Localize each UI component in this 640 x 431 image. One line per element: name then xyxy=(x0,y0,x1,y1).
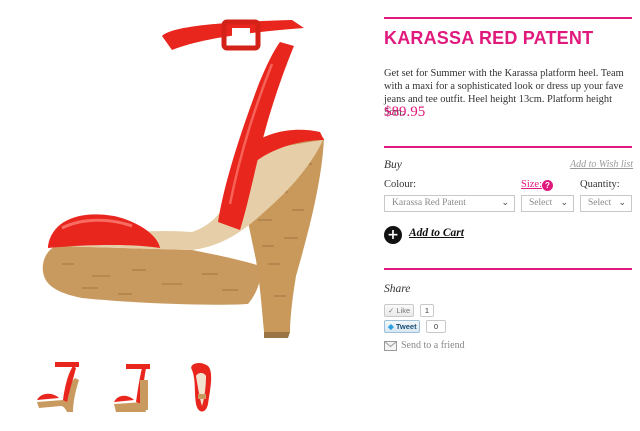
thumbnail-2[interactable] xyxy=(106,360,156,416)
thumbnail-1[interactable] xyxy=(33,360,83,416)
quantity-select-value: Select xyxy=(588,198,612,208)
colour-select-value: Karassa Red Patent xyxy=(392,198,466,208)
mail-icon xyxy=(384,341,397,351)
plus-circle-icon: + xyxy=(384,226,402,244)
divider-share xyxy=(384,268,632,270)
buy-heading: Buy xyxy=(384,159,402,171)
product-price: $89.95 xyxy=(384,104,426,120)
product-main-image xyxy=(22,14,362,344)
chevron-down-icon: ⌄ xyxy=(618,198,626,208)
tweet-label: Tweet xyxy=(395,322,417,331)
divider-top xyxy=(384,17,632,19)
tweet-button[interactable]: ◆ Tweet xyxy=(384,320,420,333)
tweet-count: 0 xyxy=(426,320,446,333)
facebook-like-button[interactable]: ✓ Like xyxy=(384,304,414,317)
chevron-down-icon: ⌄ xyxy=(560,198,568,208)
size-help-icon[interactable]: ? xyxy=(542,180,553,191)
like-label: Like xyxy=(396,306,411,315)
quantity-label: Quantity: xyxy=(580,179,620,190)
colour-label: Colour: xyxy=(384,179,417,190)
add-to-wishlist-link[interactable]: Add to Wish list xyxy=(570,159,633,170)
chevron-down-icon: ⌄ xyxy=(501,198,509,208)
thumbnail-3[interactable] xyxy=(178,360,228,416)
send-to-friend-label: Send to a friend xyxy=(401,340,465,351)
colour-select[interactable]: Karassa Red Patent ⌄ xyxy=(384,195,515,212)
divider-buy xyxy=(384,146,632,148)
like-count: 1 xyxy=(420,304,434,317)
size-guide-link[interactable]: Size: xyxy=(521,179,542,190)
size-select[interactable]: Select ⌄ xyxy=(521,195,574,212)
product-title: KARASSA RED PATENT xyxy=(384,28,594,48)
share-heading: Share xyxy=(384,283,411,295)
quantity-select[interactable]: Select ⌄ xyxy=(580,195,632,212)
twitter-bird-icon: ◆ xyxy=(388,322,394,331)
add-to-cart-label: Add to Cart xyxy=(409,227,464,239)
check-icon: ✓ xyxy=(388,306,395,315)
size-select-value: Select xyxy=(529,198,553,208)
